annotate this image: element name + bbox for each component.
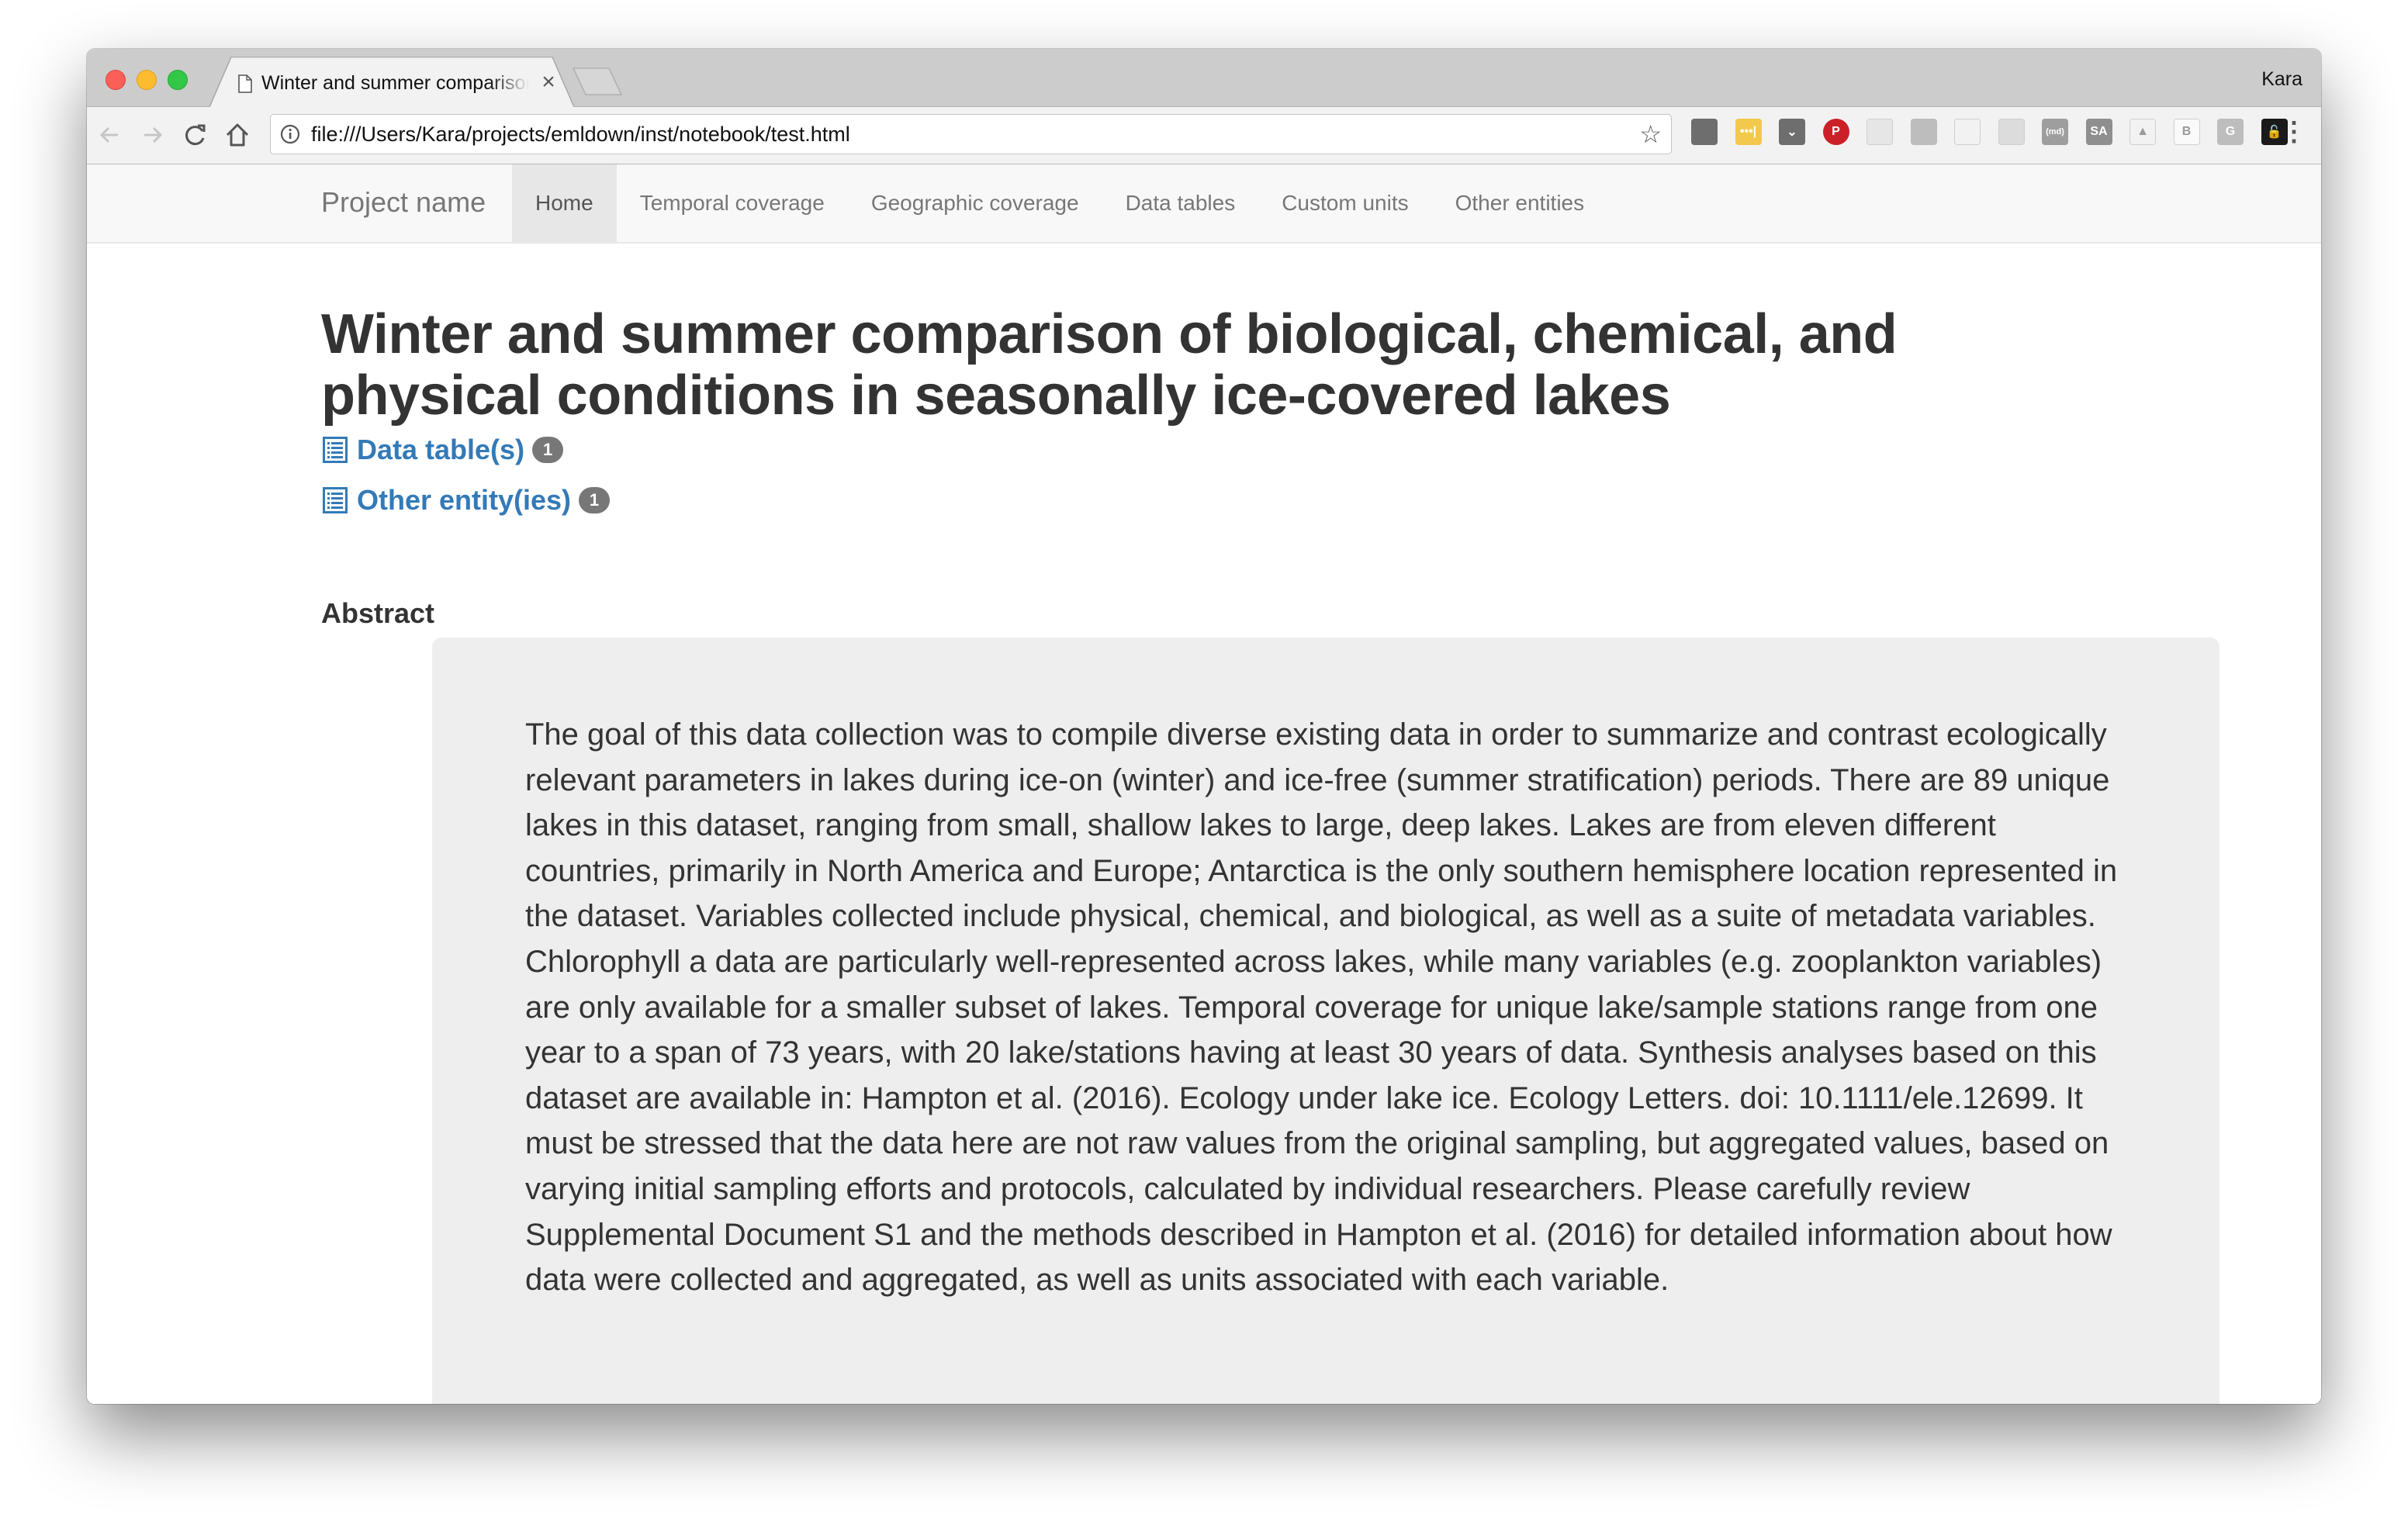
page-viewport: Project name Home Temporal coverage Geog… bbox=[87, 164, 2321, 1404]
nav-data-tables[interactable]: Data tables bbox=[1102, 164, 1259, 242]
list-icon bbox=[323, 437, 348, 463]
data-tables-link-row[interactable]: Data table(s) 1 bbox=[323, 433, 564, 467]
list-icon bbox=[323, 487, 348, 513]
new-tab-button[interactable] bbox=[572, 67, 623, 96]
page-title: Winter and summer comparison of biologic… bbox=[321, 303, 1898, 427]
info-icon[interactable] bbox=[280, 124, 300, 144]
back-icon[interactable] bbox=[96, 121, 124, 149]
nav-custom-units[interactable]: Custom units bbox=[1258, 164, 1431, 242]
other-entities-link-row[interactable]: Other entity(ies) 1 bbox=[323, 483, 611, 517]
navbar-brand[interactable]: Project name bbox=[321, 186, 486, 219]
g-extension-icon[interactable]: G bbox=[2217, 119, 2244, 145]
browser-toolbar: file:///Users/Kara/projects/emldown/inst… bbox=[87, 107, 2321, 164]
profile-name[interactable]: Kara bbox=[2261, 68, 2302, 91]
minimize-window-button[interactable] bbox=[137, 70, 157, 90]
markdown-extension-icon[interactable]: (md) bbox=[2042, 119, 2068, 145]
nav-temporal-coverage[interactable]: Temporal coverage bbox=[617, 164, 848, 242]
nav-geographic-coverage[interactable]: Geographic coverage bbox=[848, 164, 1102, 242]
nav-home[interactable]: Home bbox=[512, 164, 617, 242]
b-extension-icon[interactable]: B bbox=[2173, 119, 2200, 145]
page-icon bbox=[238, 74, 252, 93]
other-entities-link[interactable]: Other entity(ies) bbox=[357, 484, 571, 517]
data-tables-link[interactable]: Data table(s) bbox=[357, 434, 524, 466]
sa-extension-icon[interactable]: SA bbox=[2085, 119, 2112, 145]
pocket-extension-icon[interactable]: ⌄ bbox=[1779, 119, 1805, 145]
abstract-heading: Abstract bbox=[321, 597, 435, 629]
document-extension-icon[interactable] bbox=[1867, 119, 1893, 145]
tab-close-button[interactable]: × bbox=[537, 71, 560, 94]
lastpass-extension-icon[interactable]: •••| bbox=[1735, 119, 1762, 145]
browser-window: Winter and summer comparison of biologic… bbox=[87, 49, 2321, 1404]
abstract-panel: The goal of this data collection was to … bbox=[432, 638, 2219, 1404]
reload-icon[interactable] bbox=[182, 121, 209, 149]
shield-extension-icon[interactable] bbox=[1691, 119, 1718, 145]
other-entities-count-badge: 1 bbox=[579, 487, 611, 513]
maximize-window-button[interactable] bbox=[168, 70, 188, 90]
privacy-badger-extension-icon[interactable] bbox=[1954, 119, 1981, 145]
address-bar[interactable]: file:///Users/Kara/projects/emldown/inst… bbox=[270, 114, 1672, 154]
nav-other-entities[interactable]: Other entities bbox=[1432, 164, 1608, 242]
browser-menu-icon[interactable]: ⋮ bbox=[2281, 117, 2307, 147]
site-navbar: Project name Home Temporal coverage Geog… bbox=[87, 164, 2321, 244]
home-icon[interactable] bbox=[223, 121, 251, 149]
tab-strip: Winter and summer comparison of biologic… bbox=[87, 49, 2321, 107]
tab-title: Winter and summer comparison of biologic… bbox=[261, 72, 529, 94]
pin-extension-icon[interactable] bbox=[1998, 119, 2025, 145]
close-window-button[interactable] bbox=[106, 70, 126, 90]
pinterest-extension-icon[interactable]: P bbox=[1822, 119, 1849, 145]
abstract-text: The goal of this data collection was to … bbox=[525, 717, 2118, 1298]
navbar-links: Home Temporal coverage Geographic covera… bbox=[512, 164, 1607, 242]
data-tables-count-badge: 1 bbox=[532, 437, 564, 463]
forward-icon[interactable] bbox=[138, 121, 166, 149]
bookmark-star-icon[interactable]: ☆ bbox=[1639, 121, 1662, 147]
outlet-extension-icon[interactable] bbox=[1910, 119, 1937, 145]
url-text[interactable]: file:///Users/Kara/projects/emldown/inst… bbox=[311, 123, 850, 147]
drive-extension-icon[interactable]: ▲ bbox=[2129, 119, 2156, 145]
